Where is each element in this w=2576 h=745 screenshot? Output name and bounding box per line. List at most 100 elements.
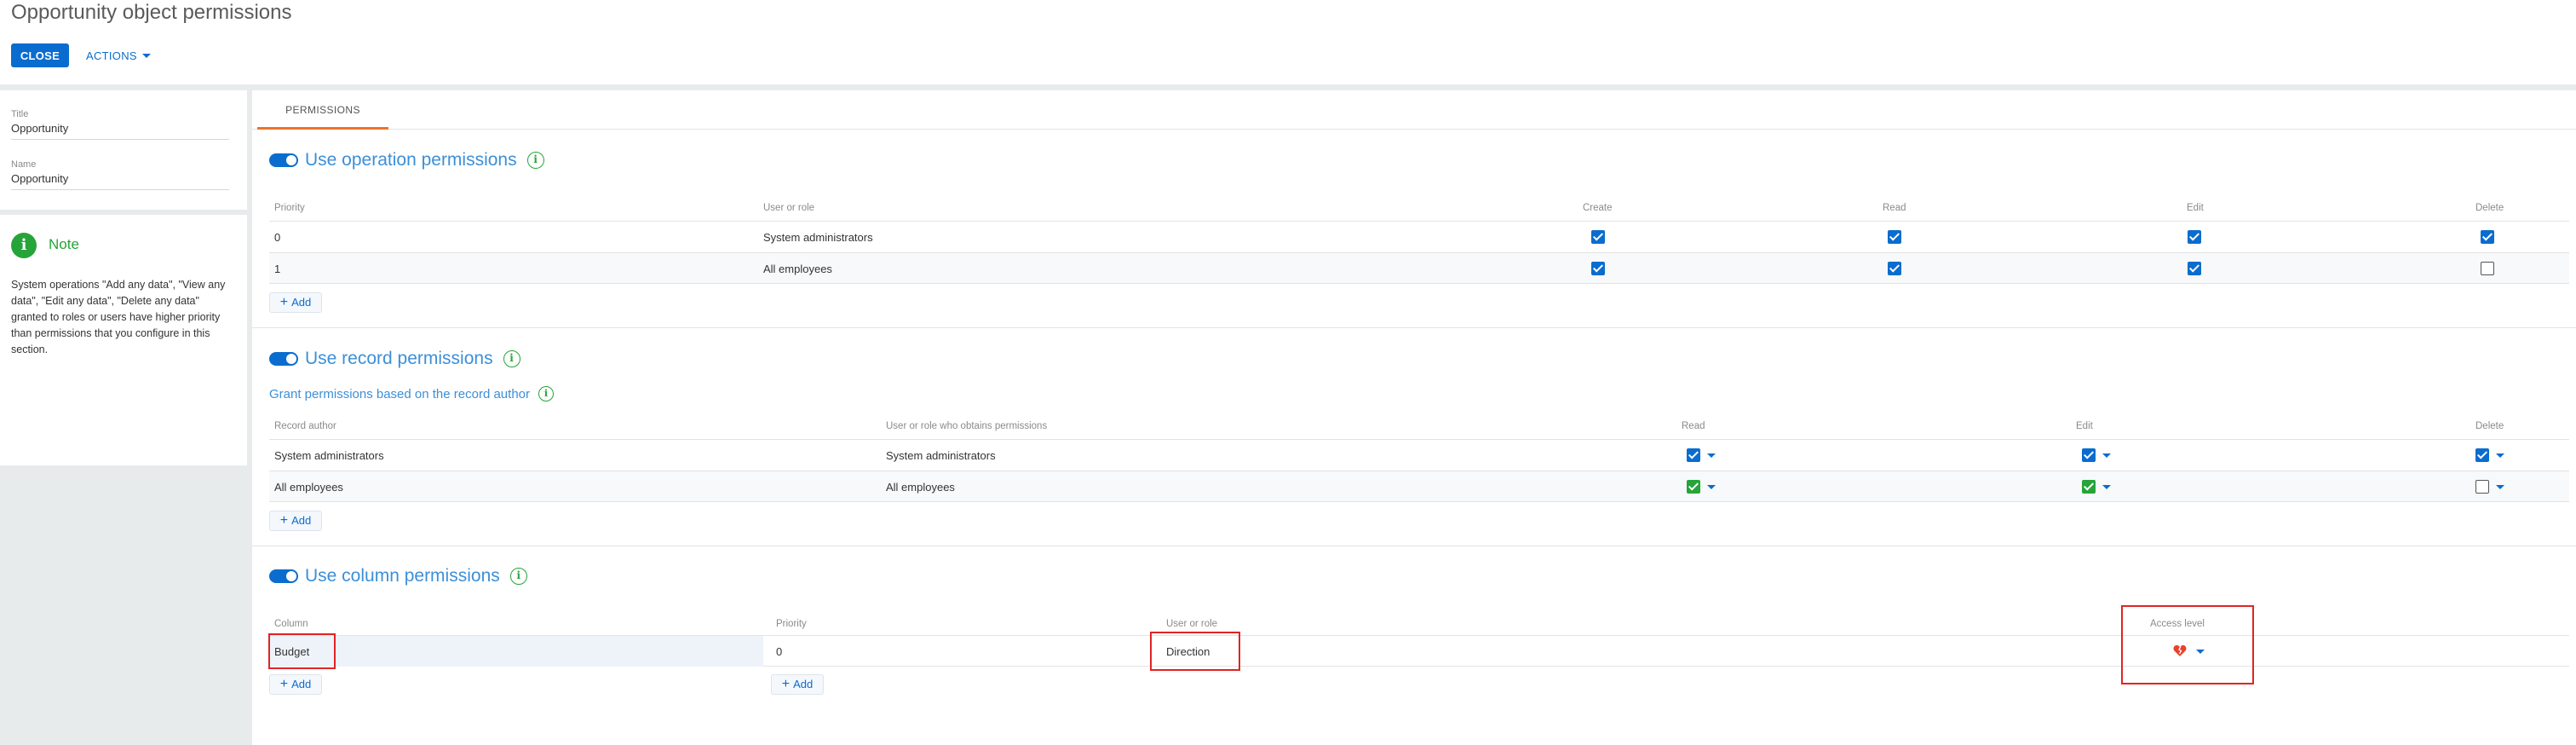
tab-permissions[interactable]: PERMISSIONS <box>257 101 388 130</box>
table-row[interactable]: 1 All employees <box>269 252 2569 284</box>
field-label: Name <box>11 159 37 170</box>
plus-icon: + <box>279 677 289 691</box>
column-header: Create <box>1583 203 1613 213</box>
info-icon[interactable]: i <box>538 386 554 401</box>
actions-label: ACTIONS <box>86 49 137 62</box>
add-record-permission-button[interactable]: + Add <box>269 511 322 531</box>
author-cell: All employees <box>274 481 343 494</box>
priority-cell: 0 <box>776 645 783 658</box>
page-header: Opportunity object permissions CLOSE ACT… <box>0 0 2576 84</box>
record-fields-card: Title Opportunity Name Opportunity <box>0 90 247 210</box>
edit-checkbox[interactable] <box>2188 230 2201 244</box>
delete-checkbox[interactable] <box>2481 262 2494 275</box>
read-checkbox[interactable] <box>1687 448 1700 462</box>
edit-checkbox[interactable] <box>2082 480 2096 494</box>
info-icon[interactable]: i <box>526 152 544 169</box>
column-permissions-toggle[interactable] <box>269 569 298 583</box>
chevron-down-icon[interactable] <box>1707 453 1716 458</box>
record-table-header: Record author User or role who obtains p… <box>269 418 2569 436</box>
chevron-down-icon[interactable] <box>2196 650 2205 654</box>
add-column-button[interactable]: + Add <box>269 674 322 695</box>
column-header: Edit <box>2076 421 2093 431</box>
info-icon[interactable]: i <box>509 568 527 585</box>
add-column-permission-button[interactable]: + Add <box>771 674 824 695</box>
actions-menu-button[interactable]: ACTIONS <box>86 44 151 66</box>
column-table-header: Column Priority User or role Access leve… <box>269 615 2569 634</box>
role-cell: Direction <box>1166 645 1210 658</box>
author-cell: System administrators <box>274 449 384 462</box>
column-permissions-header: Use column permissions i <box>269 563 527 589</box>
add-label: Add <box>291 678 312 690</box>
info-icon: i <box>11 233 37 258</box>
grant-by-author-link[interactable]: Grant permissions based on the record au… <box>269 386 554 401</box>
read-checkbox[interactable] <box>1888 230 1901 244</box>
chevron-down-icon[interactable] <box>2496 453 2504 458</box>
column-header: Column <box>274 619 308 629</box>
plus-icon: + <box>781 677 791 691</box>
info-icon[interactable]: i <box>503 350 520 367</box>
access-denied-icon[interactable] <box>2173 644 2187 657</box>
name-field: Name Opportunity <box>11 159 229 190</box>
chevron-down-icon[interactable] <box>2102 453 2111 458</box>
page-title: Opportunity object permissions <box>11 1 292 24</box>
operation-table-header: Priority User or role Create Read Edit D… <box>269 199 2569 218</box>
add-label: Add <box>291 514 312 527</box>
delete-checkbox[interactable] <box>2481 230 2494 244</box>
grantee-cell: System administrators <box>886 449 996 462</box>
column-header: Priority <box>274 203 305 213</box>
chevron-down-icon[interactable] <box>2102 485 2111 489</box>
record-permissions-header: Use record permissions i <box>269 346 520 372</box>
delete-checkbox[interactable] <box>2475 480 2489 494</box>
chevron-down-icon[interactable] <box>2496 485 2504 489</box>
chevron-down-icon[interactable] <box>1707 485 1716 489</box>
priority-cell: 1 <box>274 263 281 275</box>
add-label: Add <box>291 296 312 309</box>
caret-down-icon <box>141 53 151 58</box>
column-header: Read <box>1883 203 1906 213</box>
edit-checkbox[interactable] <box>2082 448 2096 462</box>
header-divider <box>0 84 2576 90</box>
column-header: User or role <box>763 203 815 213</box>
table-row[interactable]: All employees All employees <box>269 471 2569 502</box>
create-checkbox[interactable] <box>1591 262 1605 275</box>
edit-checkbox[interactable] <box>2188 262 2201 275</box>
column-header: Priority <box>776 619 807 629</box>
column-header: Delete <box>2475 421 2504 431</box>
field-value: Opportunity <box>11 172 229 190</box>
delete-checkbox[interactable] <box>2475 448 2489 462</box>
plus-icon: + <box>279 513 289 528</box>
left-sidebar: Title Opportunity Name Opportunity i Not… <box>0 90 252 745</box>
column-cell: Budget <box>274 645 310 658</box>
link-label: Grant permissions based on the record au… <box>269 386 530 401</box>
table-row[interactable]: System administrators System administrat… <box>269 439 2569 471</box>
field-label: Title <box>11 109 29 119</box>
column-cell-background <box>269 636 763 667</box>
priority-cell: 0 <box>274 231 281 244</box>
add-label: Add <box>793 678 814 690</box>
column-header: User or role <box>1166 619 1218 629</box>
main-content: PERMISSIONS Use operation permissions i … <box>252 90 2576 745</box>
section-title: Use operation permissions <box>305 150 517 170</box>
operation-permissions-toggle[interactable] <box>269 153 298 167</box>
note-text: System operations "Add any data", "View … <box>11 279 226 355</box>
tab-bar: PERMISSIONS <box>252 90 2576 130</box>
grantee-cell: All employees <box>886 481 955 494</box>
read-checkbox[interactable] <box>1888 262 1901 275</box>
column-header: Delete <box>2475 203 2504 213</box>
table-row[interactable]: 0 System administrators <box>269 221 2569 252</box>
title-field: Title Opportunity <box>11 109 229 140</box>
table-row[interactable]: Budget 0 Direction <box>269 635 2569 667</box>
role-cell: All employees <box>763 263 832 275</box>
section-title: Use record permissions <box>305 349 493 368</box>
column-header: Read <box>1682 421 1705 431</box>
read-checkbox[interactable] <box>1687 480 1700 494</box>
field-value: Opportunity <box>11 122 229 140</box>
create-checkbox[interactable] <box>1591 230 1605 244</box>
close-button[interactable]: CLOSE <box>11 43 69 67</box>
column-header: Edit <box>2187 203 2204 213</box>
add-operation-permission-button[interactable]: + Add <box>269 292 322 313</box>
column-header: Record author <box>274 421 336 431</box>
plus-icon: + <box>279 295 289 309</box>
record-permissions-toggle[interactable] <box>269 352 298 366</box>
section-divider <box>252 327 2576 328</box>
